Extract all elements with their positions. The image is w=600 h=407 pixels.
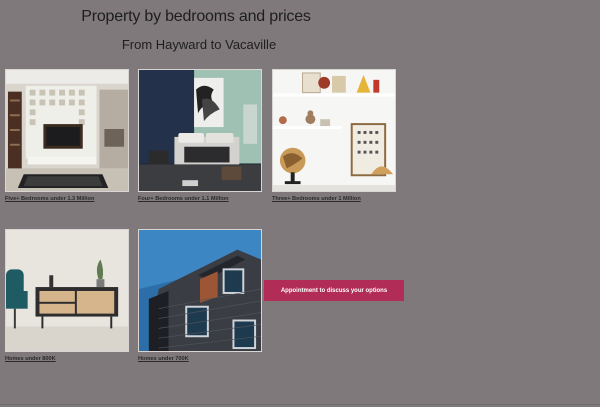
listing-card-three-bedrooms[interactable]: Three+ Bedrooms under 1 Million [272, 69, 396, 202]
building-facade-photo[interactable] [138, 229, 262, 352]
appointment-button[interactable]: Appointment to discuss your options [264, 280, 404, 301]
page-subtitle: From Hayward to Vacaville [121, 37, 277, 52]
listing-card-four-bedrooms[interactable]: Four+ Bedrooms under 1.1 Million [138, 69, 262, 202]
page-title: Property by bedrooms and prices [81, 8, 311, 25]
listing-card-under-800k[interactable]: Homes under 800K [5, 229, 129, 362]
listing-caption[interactable]: Homes under 800K [5, 356, 129, 362]
listing-caption[interactable]: Five+ Bedrooms under 1.3 Million [5, 196, 129, 202]
living-room-photo[interactable] [5, 69, 129, 192]
listing-caption[interactable]: Homes under 700K [138, 356, 262, 362]
listing-caption[interactable]: Four+ Bedrooms under 1.1 Million [138, 196, 262, 202]
listing-card-under-700k[interactable]: Homes under 700K [138, 229, 262, 362]
listing-caption[interactable]: Three+ Bedrooms under 1 Million [272, 196, 396, 202]
sideboard-photo[interactable] [5, 229, 129, 352]
shelf-decor-photo[interactable] [272, 69, 396, 192]
footer-divider [0, 404, 600, 405]
bedroom-photo[interactable] [138, 69, 262, 192]
listing-card-five-bedrooms[interactable]: Five+ Bedrooms under 1.3 Million [5, 69, 129, 202]
